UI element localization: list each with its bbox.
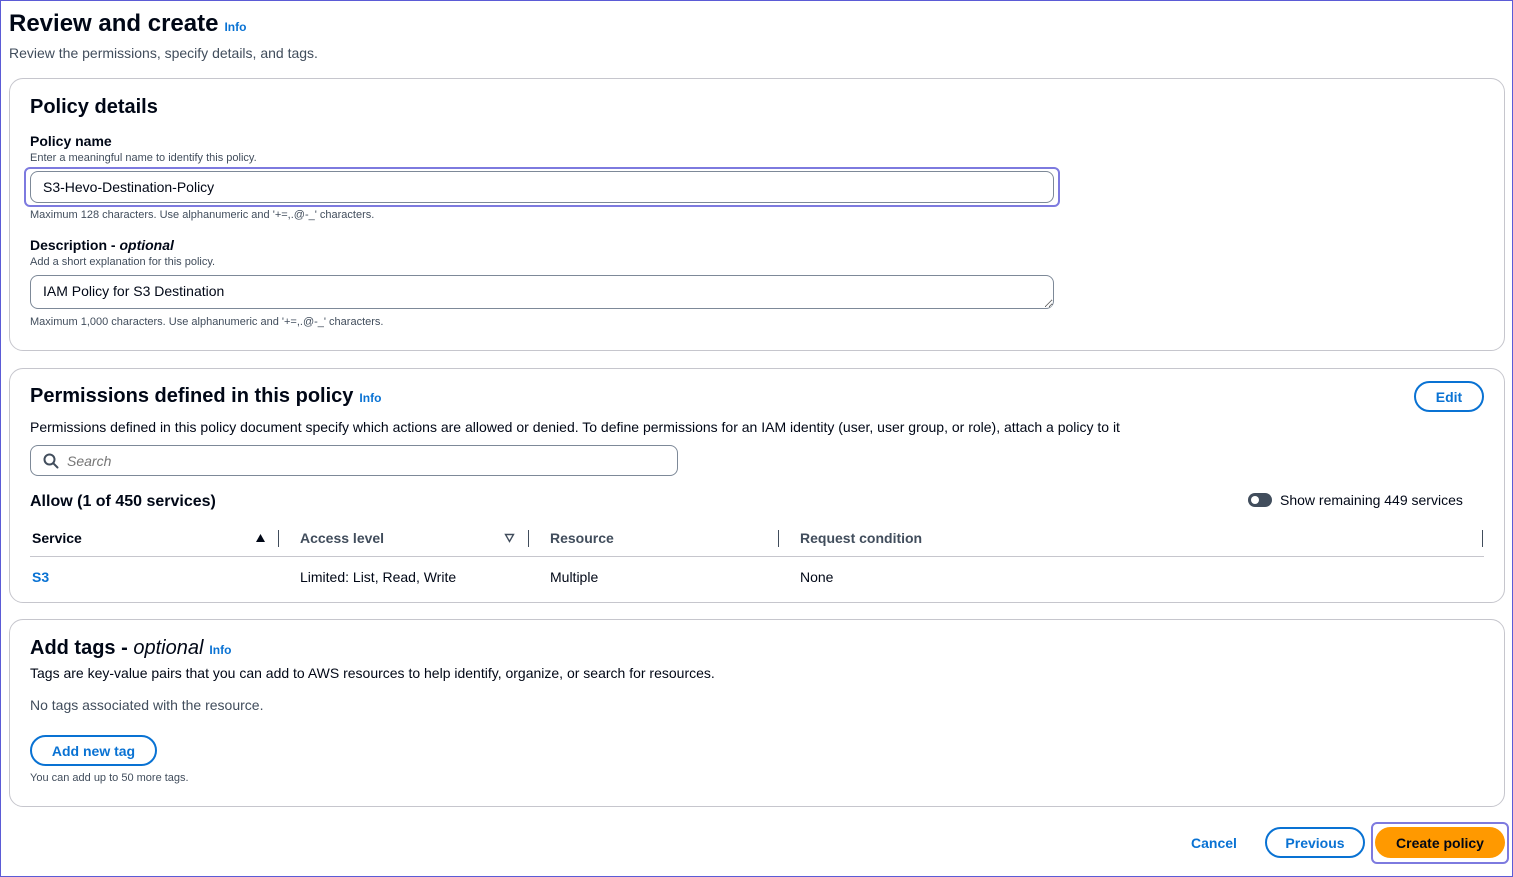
column-header-access-level[interactable]: Access level [300, 530, 384, 546]
column-divider[interactable] [1482, 530, 1483, 547]
search-icon [43, 453, 59, 468]
column-divider[interactable] [278, 530, 279, 547]
service-link-s3[interactable]: S3 [32, 569, 49, 585]
column-header-request-condition[interactable]: Request condition [800, 530, 922, 546]
table-header-separator [30, 556, 1484, 557]
policy-details-title: Policy details [30, 96, 158, 118]
column-divider[interactable] [528, 530, 529, 547]
tags-title: Add tags - optional [30, 637, 204, 659]
policy-details-card: Policy details Policy name Enter a meani… [9, 78, 1505, 351]
page-title: Review and create [9, 10, 219, 37]
permissions-card: Permissions defined in this policy Info E… [9, 368, 1505, 603]
allow-heading: Allow (1 of 450 services) [30, 493, 216, 510]
request-condition-cell: None [800, 569, 834, 585]
description-textarea[interactable]: IAM Policy for S3 Destination [30, 275, 1054, 309]
policy-name-input[interactable] [30, 171, 1054, 203]
page-info-link[interactable]: Info [224, 20, 246, 34]
cancel-button[interactable]: Cancel [1191, 835, 1237, 851]
policy-name-description: Enter a meaningful name to identify this… [30, 152, 257, 164]
description-label: Description - optional [30, 237, 174, 253]
sort-descending-icon[interactable] [504, 533, 515, 543]
description-constraint: Maximum 1,000 characters. Use alphanumer… [30, 316, 384, 328]
show-remaining-toggle[interactable] [1248, 493, 1272, 507]
tags-description: Tags are key-value pairs that you can ad… [30, 665, 715, 681]
permissions-title: Permissions defined in this policy [30, 385, 354, 407]
permissions-description: Permissions defined in this policy docum… [30, 419, 1120, 435]
resource-cell: Multiple [550, 569, 599, 585]
column-header-resource[interactable]: Resource [550, 530, 614, 546]
permissions-search[interactable] [30, 445, 678, 476]
tags-empty-message: No tags associated with the resource. [30, 697, 264, 713]
show-remaining-label: Show remaining 449 services [1280, 492, 1463, 508]
page-subtitle: Review the permissions, specify details,… [9, 45, 318, 61]
permissions-info-link[interactable]: Info [359, 391, 381, 405]
create-policy-button[interactable]: Create policy [1375, 827, 1505, 858]
column-header-service[interactable]: Service [32, 530, 82, 546]
policy-name-constraint: Maximum 128 characters. Use alphanumeric… [30, 209, 375, 221]
tags-limit-note: You can add up to 50 more tags. [30, 772, 189, 784]
tags-info-link[interactable]: Info [209, 643, 231, 657]
add-new-tag-button[interactable]: Add new tag [30, 735, 157, 766]
page-header: Review and create Info Review the permiss… [9, 10, 318, 61]
previous-button[interactable]: Previous [1265, 827, 1365, 858]
search-input[interactable] [67, 452, 647, 469]
description-description: Add a short explanation for this policy. [30, 256, 216, 268]
edit-button[interactable]: Edit [1414, 381, 1484, 412]
policy-name-label: Policy name [30, 133, 112, 149]
column-divider[interactable] [778, 530, 779, 547]
tags-card: Add tags - optional Info Tags are key-val… [9, 619, 1505, 807]
access-level-cell: Limited: List, Read, Write [300, 569, 457, 585]
sort-ascending-icon[interactable] [255, 533, 266, 543]
